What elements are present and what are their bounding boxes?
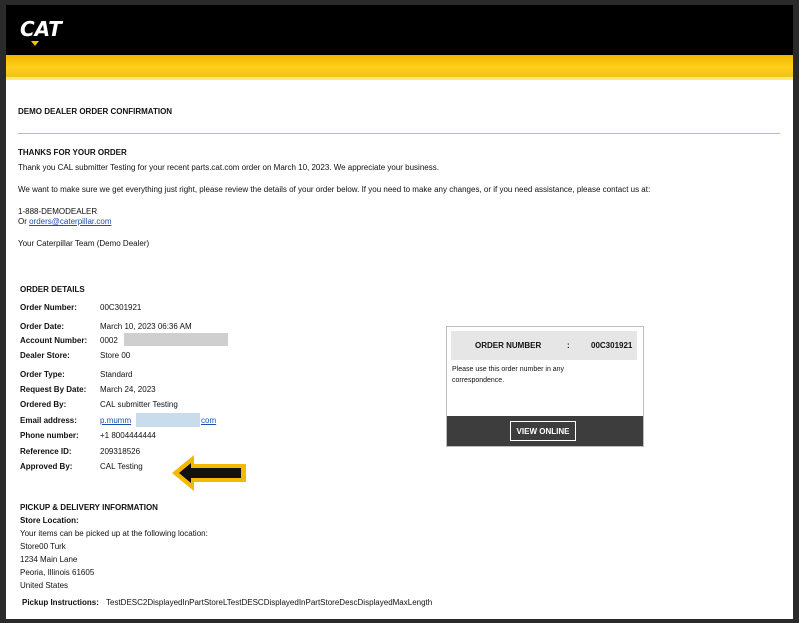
approved-by-label: Approved By: bbox=[20, 462, 73, 471]
pickup-instructions-value: TestDESC2DisplayedInPartStoreLTestDESCDi… bbox=[106, 598, 433, 607]
email-address-link-end[interactable]: com bbox=[201, 416, 216, 425]
cat-logo-triangle-icon bbox=[31, 41, 39, 46]
account-number-value: 0002 bbox=[100, 336, 118, 345]
view-online-button[interactable]: VIEW ONLINE bbox=[510, 421, 576, 441]
email-frame: CAT DEMO DEALER ORDER CONFIRMATION THANK… bbox=[6, 5, 793, 619]
approved-by-value: CAL Testing bbox=[100, 462, 143, 471]
email-address-link-start[interactable]: p.mumm bbox=[100, 416, 131, 425]
email-address-value[interactable]: p.mumm bbox=[100, 416, 131, 425]
address-line-3: Peoria, Illinois 61605 bbox=[20, 568, 95, 577]
cat-logo: CAT bbox=[20, 17, 62, 41]
order-date-value: March 10, 2023 06:36 AM bbox=[100, 322, 192, 331]
yellow-band bbox=[6, 55, 793, 77]
reference-id-value: 209318526 bbox=[100, 447, 141, 456]
order-number-value: 00C301921 bbox=[100, 303, 142, 312]
order-number-card: ORDER NUMBER : 00C301921 Please use this… bbox=[446, 326, 644, 447]
store-location-label: Store Location: bbox=[20, 516, 79, 525]
order-number-card-note: Please use this order number in any corr… bbox=[452, 366, 565, 384]
phone-number-label: Phone number: bbox=[20, 431, 79, 440]
order-details-heading: ORDER DETAILS bbox=[20, 285, 85, 294]
order-number-card-header: ORDER NUMBER : 00C301921 bbox=[451, 331, 637, 360]
or-text: Or bbox=[18, 217, 30, 226]
pickup-heading: PICKUP & DELIVERY INFORMATION bbox=[20, 503, 158, 512]
thanks-message: Thank you CAL submitter Testing for your… bbox=[18, 163, 439, 172]
title-divider bbox=[18, 133, 780, 134]
ordered-by-label: Ordered By: bbox=[20, 400, 67, 409]
redacted-email bbox=[136, 413, 200, 427]
account-number-label: Account Number: bbox=[20, 336, 88, 345]
order-number-card-separator: : bbox=[567, 341, 570, 350]
ordered-by-value: CAL submitter Testing bbox=[100, 400, 178, 409]
pickup-instructions-label: Pickup Instructions: bbox=[22, 598, 99, 607]
dealer-store-label: Dealer Store: bbox=[20, 351, 70, 360]
page-title: DEMO DEALER ORDER CONFIRMATION bbox=[18, 107, 173, 116]
reference-id-label: Reference ID: bbox=[20, 447, 72, 456]
contact-phone: 1-888-DEMODEALER bbox=[18, 207, 98, 216]
email-address-label: Email address: bbox=[20, 416, 77, 425]
request-by-date-value: March 24, 2023 bbox=[100, 385, 156, 394]
address-line-1: Store00 Turk bbox=[20, 542, 66, 551]
order-number-label: Order Number: bbox=[20, 303, 77, 312]
review-message: We want to make sure we get everything j… bbox=[18, 185, 651, 194]
redacted-account-number bbox=[124, 333, 228, 346]
header-bar: CAT bbox=[6, 5, 793, 55]
yellow-band-highlight bbox=[6, 77, 793, 80]
order-number-card-label: ORDER NUMBER bbox=[475, 341, 542, 350]
order-date-label: Order Date: bbox=[20, 322, 65, 331]
signoff: Your Caterpillar Team (Demo Dealer) bbox=[18, 239, 150, 248]
contact-email-link[interactable]: orders@caterpillar.com bbox=[29, 217, 111, 226]
address-line-2: 1234 Main Lane bbox=[20, 555, 78, 564]
address-line-4: United States bbox=[20, 581, 69, 590]
phone-number-value: +1 8004444444 bbox=[100, 431, 156, 440]
thanks-heading: THANKS FOR YOUR ORDER bbox=[18, 148, 127, 157]
order-number-card-value: 00C301921 bbox=[591, 341, 633, 350]
dealer-store-value: Store 00 bbox=[100, 351, 131, 360]
order-type-label: Order Type: bbox=[20, 370, 65, 379]
order-number-card-footer: VIEW ONLINE bbox=[447, 416, 643, 446]
request-by-date-label: Request By Date: bbox=[20, 385, 87, 394]
order-type-value: Standard bbox=[100, 370, 133, 379]
pickup-intro: Your items can be picked up at the follo… bbox=[20, 529, 208, 538]
contact-email-line: Or orders@caterpillar.com bbox=[18, 217, 111, 226]
left-arrow-icon bbox=[172, 455, 246, 491]
